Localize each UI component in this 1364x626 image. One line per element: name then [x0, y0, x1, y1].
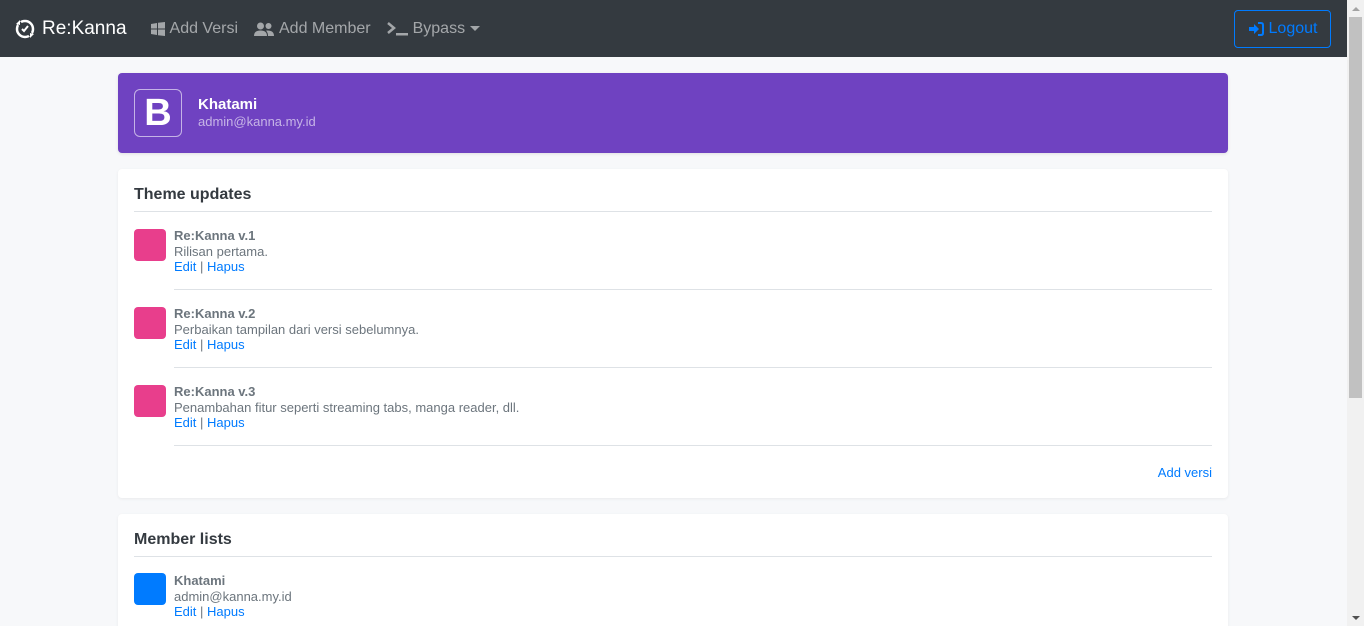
list-item: Re:Kanna v.1 Rilisan pertama. Edit | Hap… — [134, 212, 1212, 290]
logout-button[interactable]: Logout — [1234, 10, 1331, 48]
nav-add-versi[interactable]: Add Versi — [150, 19, 238, 38]
add-versi-link[interactable]: Add versi — [1158, 465, 1212, 480]
nav-add-member[interactable]: Add Member — [254, 20, 371, 38]
item-thumbnail — [134, 307, 166, 339]
list-item: Re:Kanna v.2 Perbaikan tampilan dari ver… — [134, 290, 1212, 368]
separator: | — [200, 337, 204, 352]
item-description: Perbaikan tampilan dari versi sebelumnya… — [174, 321, 419, 337]
member-item: Khatami admin@kanna.my.id Edit | Hapus — [134, 557, 1212, 626]
navbar: Re:Kanna Add Versi Add Member Bypass Log… — [0, 0, 1347, 57]
brand-label: Re:Kanna — [42, 17, 127, 39]
delete-link[interactable]: Hapus — [207, 259, 245, 274]
list-item: Re:Kanna v.3 Penambahan fitur seperti st… — [134, 368, 1212, 446]
item-thumbnail — [134, 385, 166, 417]
item-title: Re:Kanna v.3 — [174, 384, 256, 399]
scroll-thumb[interactable] — [1349, 17, 1362, 398]
terminal-icon — [386, 21, 408, 35]
member-email: admin@kanna.my.id — [174, 588, 292, 604]
scroll-down-arrow-icon[interactable] — [1347, 609, 1364, 626]
sync-icon — [15, 19, 35, 38]
separator: | — [200, 415, 204, 430]
separator: | — [200, 604, 204, 619]
users-icon — [254, 22, 274, 36]
delete-link[interactable]: Hapus — [207, 337, 245, 352]
member-lists-title: Member lists — [134, 514, 1212, 557]
edit-link[interactable]: Edit — [174, 604, 196, 619]
profile-card: B Khatami admin@kanna.my.id — [118, 73, 1228, 153]
nav-bypass-dropdown[interactable]: Bypass — [386, 19, 481, 38]
item-description: Penambahan fitur seperti streaming tabs,… — [174, 399, 520, 415]
member-avatar — [134, 573, 166, 605]
item-title: Re:Kanna v.2 — [174, 306, 256, 321]
brand[interactable]: Re:Kanna — [14, 18, 127, 40]
delete-link[interactable]: Hapus — [207, 415, 245, 430]
profile-name: Khatami — [198, 96, 258, 113]
logout-label: Logout — [1268, 20, 1318, 37]
nav-add-member-label: Add Member — [279, 19, 371, 37]
member-name: Khatami — [174, 573, 226, 588]
profile-email: admin@kanna.my.id — [198, 114, 316, 129]
chevron-down-icon — [470, 26, 481, 31]
member-lists-card: Member lists Khatami admin@kanna.my.id E… — [118, 514, 1228, 626]
bootstrap-logo: B — [134, 89, 182, 137]
sign-out-icon — [1248, 22, 1264, 36]
theme-updates-card: Theme updates Re:Kanna v.1 Rilisan perta… — [118, 169, 1228, 498]
edit-link[interactable]: Edit — [174, 415, 196, 430]
scrollbar[interactable] — [1347, 0, 1364, 626]
item-title: Re:Kanna v.1 — [174, 228, 256, 243]
windows-icon — [150, 21, 165, 36]
nav-add-versi-label: Add Versi — [169, 19, 238, 37]
delete-link[interactable]: Hapus — [207, 604, 245, 619]
separator: | — [200, 259, 204, 274]
item-description: Rilisan pertama. — [174, 243, 268, 259]
item-thumbnail — [134, 229, 166, 261]
nav-bypass-label: Bypass — [412, 19, 466, 37]
edit-link[interactable]: Edit — [174, 259, 196, 274]
scroll-up-arrow-icon[interactable] — [1347, 0, 1364, 17]
divider — [174, 445, 1212, 446]
edit-link[interactable]: Edit — [174, 337, 196, 352]
theme-updates-title: Theme updates — [134, 169, 1212, 212]
